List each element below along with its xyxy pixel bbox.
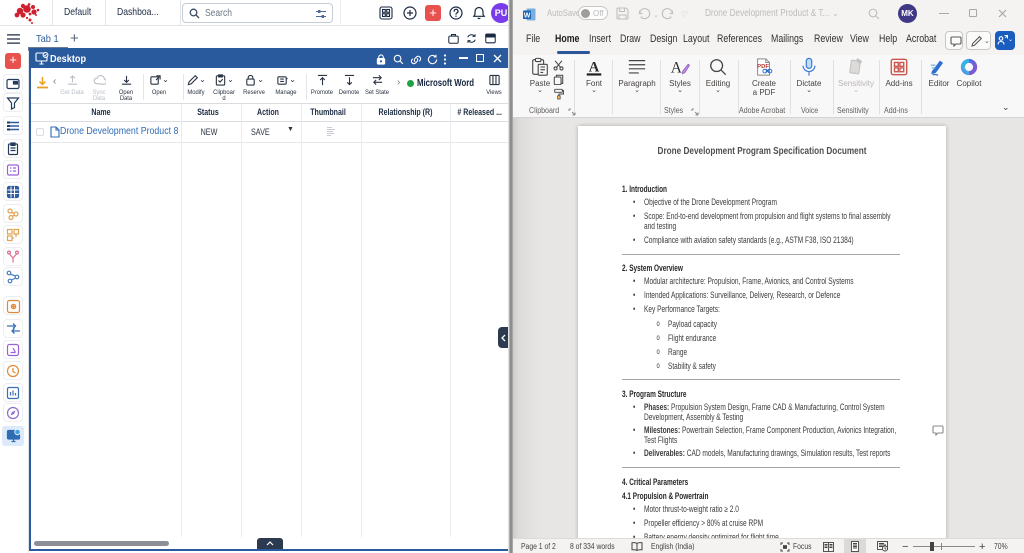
svg-text:A: A bbox=[671, 59, 683, 76]
svg-text:PDF: PDF bbox=[757, 64, 769, 70]
svg-text:A: A bbox=[589, 60, 600, 76]
svg-text:W: W bbox=[524, 13, 531, 20]
